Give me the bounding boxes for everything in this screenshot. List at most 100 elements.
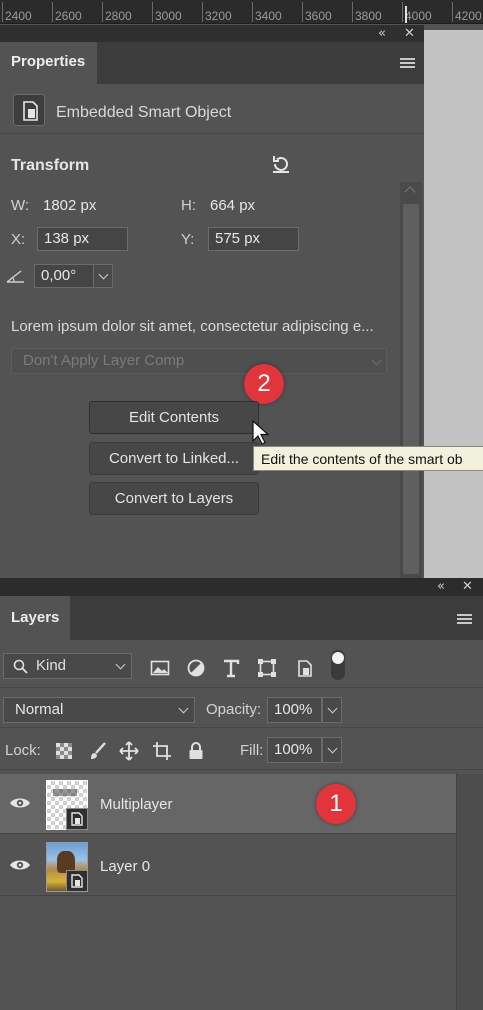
scroll-thumb[interactable]	[403, 204, 419, 574]
layer-comp-select: Don't Apply Layer Comp	[11, 348, 387, 374]
layer-filter-row: Kind	[0, 646, 483, 688]
prevent-auto-nesting-icon[interactable]	[152, 741, 172, 761]
smart-object-icon	[13, 94, 45, 126]
width-value: 1802 px	[43, 197, 97, 214]
ruler-label: 3000	[155, 9, 182, 23]
x-label: X:	[11, 231, 26, 248]
properties-dock-bar: « ✕	[0, 25, 424, 43]
properties-scrollbar[interactable]	[400, 182, 422, 594]
properties-panel: Properties Embedded Smart Object Transfo…	[0, 42, 424, 594]
fill-label: Fill:	[240, 742, 264, 759]
filter-toggle-icon[interactable]	[330, 649, 346, 681]
ruler-tick	[352, 2, 353, 22]
opacity-field[interactable]: 100%	[267, 697, 322, 723]
close-icon[interactable]: ✕	[404, 26, 415, 41]
angle-dropdown[interactable]	[93, 264, 113, 288]
mouse-cursor-icon	[252, 419, 270, 446]
opacity-label: Opacity:	[206, 701, 262, 718]
search-icon	[13, 659, 28, 674]
shape-layer-filter-icon[interactable]	[257, 658, 277, 678]
ruler-tick	[452, 2, 453, 22]
smart-object-filter-icon[interactable]	[295, 658, 315, 678]
canvas-area[interactable]	[424, 30, 483, 578]
transform-title: Transform	[11, 157, 90, 174]
ruler-label: 4200	[455, 9, 482, 23]
step-badge-2: 2	[244, 364, 284, 404]
edit-contents-button[interactable]: Edit Contents	[89, 401, 259, 434]
kind-filter-value: Kind	[36, 657, 67, 674]
step-badge-1: 1	[316, 784, 356, 824]
ruler-tick	[152, 2, 153, 22]
ruler-tick	[52, 2, 53, 22]
ruler-cursor-marker	[405, 6, 407, 23]
tab-properties[interactable]: Properties	[0, 42, 97, 84]
layer-row[interactable]: Layer 0	[0, 836, 456, 896]
eye-icon[interactable]	[9, 796, 31, 810]
pixel-layer-filter-icon[interactable]	[150, 658, 170, 678]
ruler-label: 2600	[55, 9, 82, 23]
lock-image-pixels-icon[interactable]	[88, 741, 108, 761]
ruler-label: 2400	[5, 9, 32, 23]
layer-thumbnail	[46, 842, 88, 892]
close-icon[interactable]: ✕	[462, 579, 473, 594]
blend-mode-value: Normal	[15, 701, 64, 718]
angle-icon	[6, 268, 26, 284]
lock-position-icon[interactable]	[119, 741, 139, 761]
panel-menu-icon[interactable]	[400, 58, 415, 70]
ruler-tick	[252, 2, 253, 22]
ruler-tick	[202, 2, 203, 22]
blend-row: Normal Opacity: 100%	[0, 692, 483, 728]
ruler-label: 3800	[355, 9, 382, 23]
smart-object-type: Embedded Smart Object	[56, 104, 232, 121]
eye-icon[interactable]	[9, 858, 31, 872]
fill-field[interactable]: 100%	[267, 737, 322, 763]
lock-transparent-pixels-icon[interactable]	[54, 741, 74, 761]
collapse-icon[interactable]: «	[378, 26, 386, 41]
convert-to-layers-button[interactable]: Convert to Layers	[89, 482, 259, 515]
ruler-label: 3200	[205, 9, 232, 23]
horizontal-ruler: 2400 2600 2800 3000 3200 3400 3600 3800 …	[0, 0, 483, 24]
layer-name[interactable]: Layer 0	[100, 858, 150, 875]
chevron-down-icon	[371, 355, 382, 366]
layers-dock-bar: « ✕	[0, 578, 483, 596]
ruler-label: 4000	[405, 9, 432, 23]
adjustment-layer-filter-icon[interactable]	[186, 658, 206, 678]
layer-row[interactable]: Multiplayer 1	[0, 774, 456, 834]
ruler-tick	[2, 2, 3, 22]
tab-layers[interactable]: Layers	[0, 596, 70, 640]
ruler-tick	[102, 2, 103, 22]
ruler-label: 2800	[105, 9, 132, 23]
reset-transform-icon[interactable]	[270, 153, 292, 175]
panel-menu-icon[interactable]	[457, 614, 472, 626]
y-field[interactable]: 575 px	[208, 227, 299, 251]
lock-all-icon[interactable]	[186, 741, 206, 761]
type-layer-filter-icon[interactable]	[221, 658, 241, 678]
layers-panel: Layers Kind Normal Opacity: 100% Lock: F…	[0, 596, 483, 1010]
layer-name[interactable]: Multiplayer	[100, 796, 173, 813]
layers-tab-bar: Layers	[0, 596, 483, 640]
collapse-icon[interactable]: «	[437, 579, 445, 594]
y-label: Y:	[181, 231, 195, 248]
kind-filter-select[interactable]: Kind	[3, 653, 132, 679]
smart-object-description: Lorem ipsum dolor sit amet, consectetur …	[11, 318, 374, 335]
ruler-tick	[402, 2, 403, 22]
lock-row: Lock: Fill: 100%	[0, 732, 483, 770]
layers-scrollbar[interactable]	[456, 774, 483, 1010]
angle-field[interactable]: 0,00°	[34, 264, 94, 288]
smart-object-badge-icon	[66, 808, 88, 830]
blend-mode-select[interactable]: Normal	[3, 697, 195, 723]
tooltip: Edit the contents of the smart ob	[253, 446, 483, 471]
layer-comp-value: Don't Apply Layer Comp	[23, 352, 185, 369]
ruler-label: 3600	[305, 9, 332, 23]
width-label: W:	[11, 197, 30, 214]
lock-label: Lock:	[5, 742, 41, 759]
scroll-up-icon[interactable]	[404, 186, 416, 198]
opacity-dropdown[interactable]	[322, 697, 342, 723]
convert-to-linked-button[interactable]: Convert to Linked...	[89, 442, 259, 475]
x-field[interactable]: 138 px	[37, 227, 128, 251]
layer-thumbnail	[46, 780, 88, 830]
fill-dropdown[interactable]	[322, 737, 342, 763]
ruler-label: 3400	[255, 9, 282, 23]
smart-object-badge-icon	[66, 870, 87, 891]
ruler-tick	[302, 2, 303, 22]
